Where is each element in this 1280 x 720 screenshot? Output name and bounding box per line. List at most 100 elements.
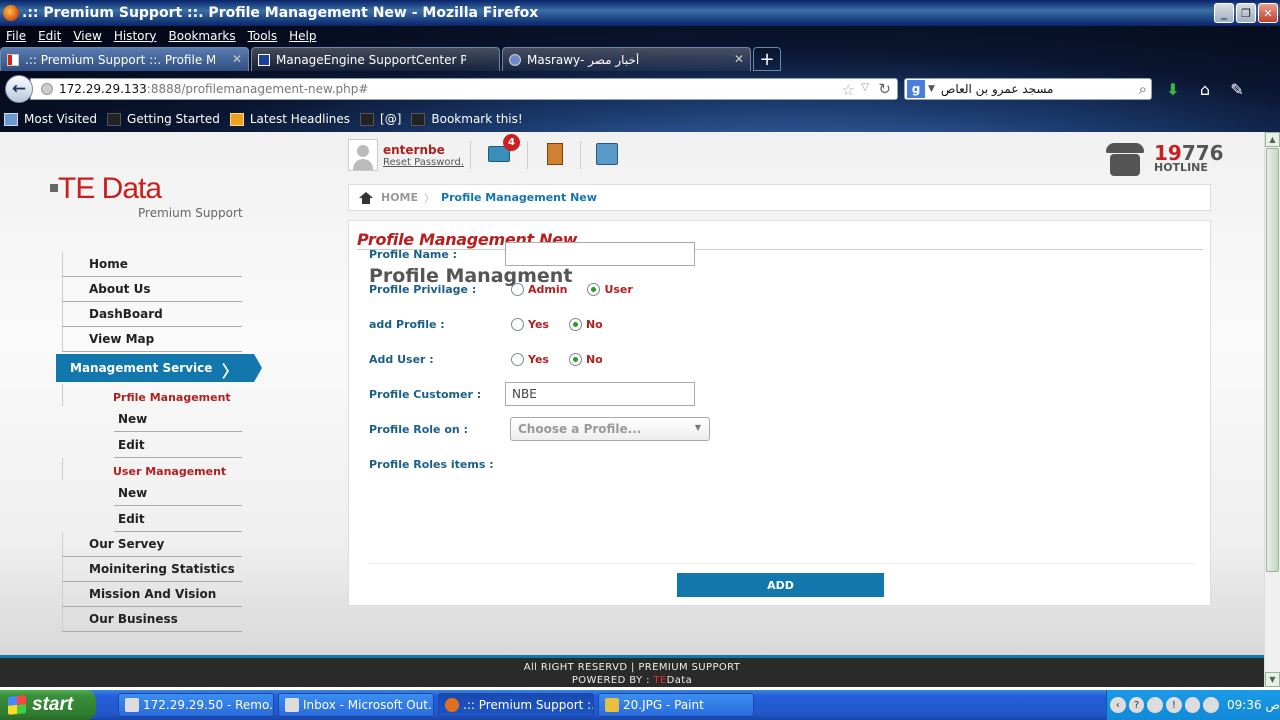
close-window-button[interactable]: ✕ [1258,3,1278,23]
site-identity-icon[interactable] [41,83,53,95]
url-bar[interactable]: 172.29.29.133:8888/profilemanagement-new… [30,78,898,100]
menu-view[interactable]: View [67,27,107,45]
url-history-dropdown-icon[interactable]: ▽ [861,82,869,93]
sidebar-subitem-user-new[interactable]: New [114,480,242,506]
add-user-no-radio[interactable] [568,352,582,366]
profile-name-row: Profile Name : [369,241,695,267]
task-label: .:: Premium Support :... [463,698,594,712]
security-icon[interactable] [1184,697,1201,713]
chrome-icon[interactable] [1203,697,1220,713]
task-outlook[interactable]: Inbox - Microsoft Out... [278,693,434,717]
bookmark-getting-started[interactable]: Getting Started [103,112,226,126]
scroll-down-icon[interactable]: ▼ [1265,672,1280,687]
new-tab-button[interactable]: + [753,47,781,71]
sidebar-subitem-profile-new[interactable]: New [114,406,242,432]
profile-name-input[interactable] [505,242,695,266]
reload-icon[interactable]: ↻ [878,80,891,98]
help-icon[interactable]: ? [1128,697,1145,713]
task-remote-desktop[interactable]: 172.29.29.50 - Remo... [118,693,274,717]
chevron-right-icon: 〉 [221,362,238,381]
sidebar-item-mission-and-vision[interactable]: Mission And Vision [62,582,242,607]
page-scrollbar[interactable]: ▲ ▼ [1264,132,1280,687]
bookmark-at[interactable]: [@] [356,112,407,126]
footer-te: TE [653,675,667,686]
sidebar-group-profile-management[interactable]: Prfile Management [62,384,242,406]
menu-history[interactable]: History [108,27,163,45]
profile-name-label: Profile Name : [369,247,458,261]
add-user-yes-radio[interactable] [511,352,524,366]
menu-bookmarks[interactable]: Bookmarks [163,27,242,45]
search-icon[interactable]: ⌕ [1139,80,1147,98]
sidebar-item-our-servey[interactable]: Our Servey [62,532,242,557]
reset-password-link[interactable]: Reset Password. [383,157,464,168]
engine-dropdown-icon[interactable]: ▼ [928,84,935,94]
network-icon[interactable] [1147,697,1164,713]
tab-close-icon[interactable]: ✕ [232,52,242,66]
tab-manageengine[interactable]: ManageEngine SupportCenter Plus [251,47,500,71]
bookmark-most-visited[interactable]: Most Visited [0,112,103,126]
home-icon[interactable]: ⌂ [1192,76,1218,102]
profile-role-select[interactable]: Choose a Profile... ▼ [510,417,710,441]
add-profile-yes-radio[interactable] [511,317,524,331]
messages-icon[interactable]: 4 [486,134,520,167]
sidebar-item-view-map[interactable]: View Map [62,327,242,352]
scrollbar-thumb[interactable] [1266,148,1279,572]
alert-icon[interactable]: ! [1166,697,1182,713]
sidebar-group-user-management[interactable]: User Management [62,458,242,480]
search-query: مسجد عمرو بن العاص [940,82,1054,96]
message-count-badge: 4 [503,134,520,151]
menu-edit[interactable]: Edit [32,27,67,45]
minimize-button[interactable]: _ [1214,3,1234,23]
privilage-user-radio[interactable] [587,282,601,296]
masrawy-favicon-icon [509,53,521,66]
privilage-admin-label: Admin [528,282,568,296]
start-button[interactable]: start [0,690,96,720]
menu-help[interactable]: Help [283,27,322,45]
sidebar-subitem-profile-edit[interactable]: Edit [114,432,242,458]
profile-customer-input[interactable] [505,382,695,406]
sidebar-item-about-us[interactable]: About Us [62,277,242,302]
tab-masrawy[interactable]: Masrawy- أخبار مصر ✕ [502,47,751,71]
bookmark-latest-headlines[interactable]: Latest Headlines [226,112,356,126]
profile-customer-label: Profile Customer : [369,387,482,401]
footer-data: Data [666,675,693,686]
bookmark-label: [@] [380,112,402,126]
tab-premium-support[interactable]: .:: Premium Support ::. Profile Managem.… [0,47,249,71]
task-firefox[interactable]: .:: Premium Support :... [438,693,594,717]
sidebar-item-our-business[interactable]: Our Business [62,607,242,632]
maximize-button[interactable]: ❐ [1236,3,1256,23]
tab-label: Masrawy- أخبار مصر [527,52,640,67]
search-bar[interactable]: g ▼ مسجد عمرو بن العاص ⌕ [904,78,1152,100]
privilage-admin-radio[interactable] [511,282,524,296]
tray-arrow-icon[interactable]: ‹ [1110,697,1126,713]
profile-customer-row: Profile Customer : [369,381,695,407]
tab-close-icon[interactable]: ✕ [734,52,744,66]
logout-icon[interactable] [542,141,568,167]
back-button[interactable]: ← [5,75,33,103]
tedata-logo[interactable]: TE Data Premium Support [50,172,243,220]
sidebar-item-dashboard[interactable]: DashBoard [62,302,242,327]
bookmark-star-icon[interactable]: ☆ [842,81,855,99]
add-profile-no-radio[interactable] [568,317,582,331]
sidebar-subitem-user-edit[interactable]: Edit [114,506,242,532]
sidebar-item-moinitering-statistics[interactable]: Moinitering Statistics [62,557,242,582]
add-user-yes-label: Yes [528,352,549,366]
users-icon [596,143,618,165]
addon-icon[interactable]: ✎ [1224,76,1250,102]
add-button[interactable]: ADD [677,573,884,597]
download-icon[interactable]: ⬇ [1160,76,1186,102]
bookmark-this[interactable]: Bookmark this! [407,112,528,126]
add-user-row: Add User : Yes No [369,346,617,372]
menu-file[interactable]: File [0,27,32,45]
url-host: 172.29.29.133 [59,82,147,96]
breadcrumb-home[interactable]: HOME [381,191,418,204]
contacts-icon[interactable] [594,141,620,167]
google-engine-icon[interactable]: g [907,80,925,98]
home-icon[interactable] [359,191,373,204]
scroll-up-icon[interactable]: ▲ [1265,132,1280,147]
task-paint[interactable]: 20.JPG - Paint [598,693,754,717]
sidebar-item-management-service[interactable]: Management Service 〉 [56,354,262,382]
sidebar-item-home[interactable]: Home [62,252,242,277]
bookmark-label: Most Visited [24,112,98,126]
menu-tools[interactable]: Tools [242,27,284,45]
